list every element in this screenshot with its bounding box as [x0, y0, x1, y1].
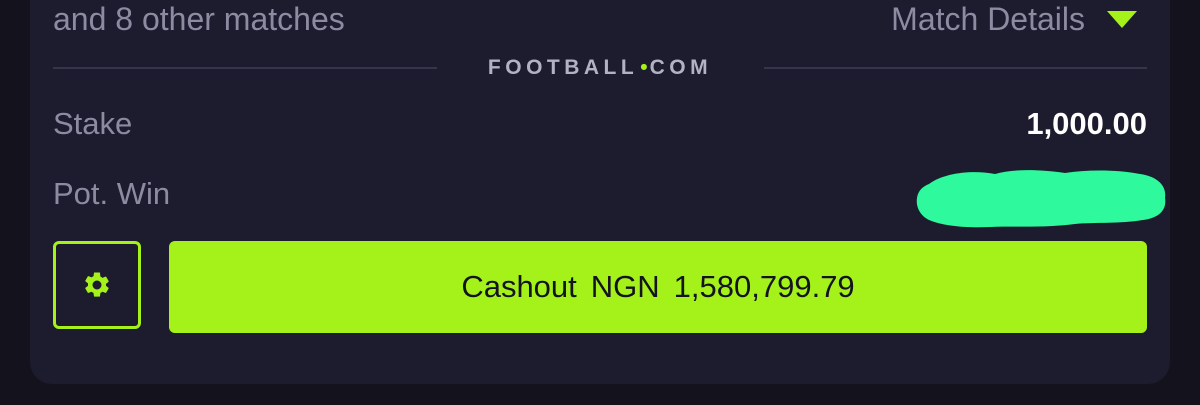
brand-dot: • — [640, 56, 648, 79]
match-details-label: Match Details — [891, 1, 1085, 37]
pot-win-redaction — [916, 170, 1166, 228]
cashout-currency: NGN — [590, 269, 660, 304]
cashout-button[interactable]: Cashout NGN 1,580,799.79 — [169, 241, 1147, 333]
divider-left — [53, 67, 437, 69]
cashout-amount: 1,580,799.79 — [673, 269, 855, 304]
brand-logo: FOOTBALL•COM — [440, 56, 760, 80]
stake-label: Stake — [53, 106, 133, 141]
triangle-down-icon — [1107, 10, 1137, 28]
brand-text-left: FOOTBALL — [487, 56, 639, 79]
pot-win-label: Pot. Win — [53, 176, 171, 211]
gear-icon — [85, 272, 109, 297]
cashout-label: Cashout — [461, 269, 577, 304]
other-matches-text: and 8 other matches — [53, 1, 345, 37]
stake-value: 1,000.00 — [1026, 106, 1147, 141]
brand-text-right: COM — [649, 56, 713, 79]
match-details-toggle[interactable]: Match Details — [891, 0, 1137, 38]
divider-right — [764, 67, 1147, 69]
settings-button[interactable] — [53, 241, 141, 329]
